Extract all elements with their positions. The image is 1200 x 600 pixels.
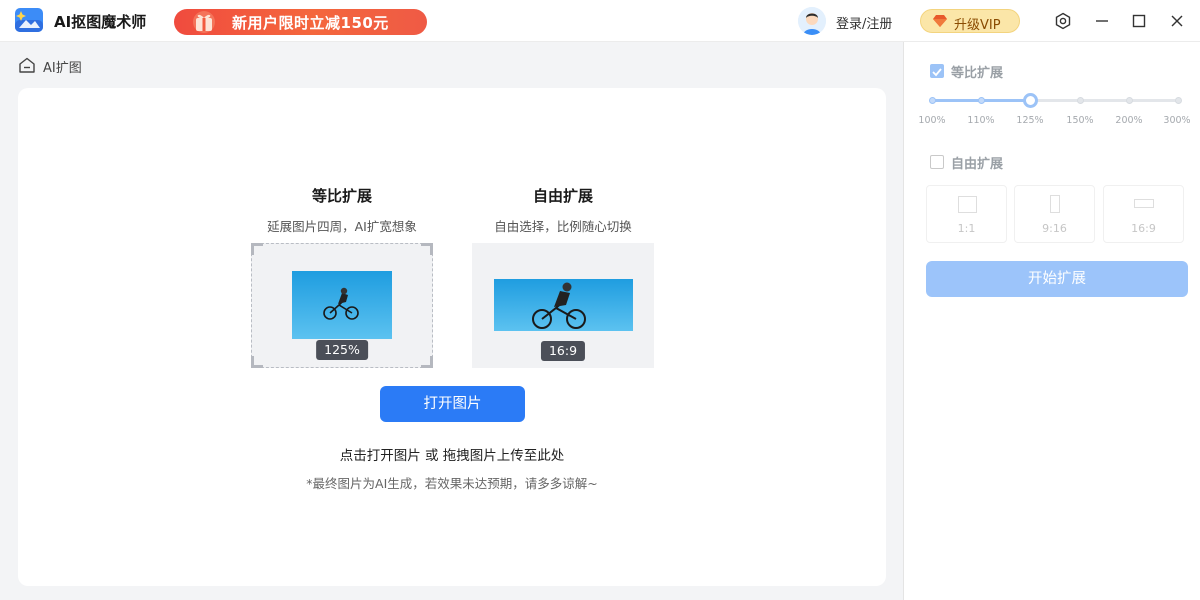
corner-mark xyxy=(421,243,433,255)
title-bar: AI抠图魔术师 新用户限时立减150元 登录/注册 升级VIP xyxy=(0,0,1200,42)
corner-mark xyxy=(421,356,433,368)
ratio-label: 16:9 xyxy=(1131,222,1156,235)
gift-icon xyxy=(193,11,215,33)
checkmark-icon xyxy=(932,68,942,77)
preview-proportional: 125% xyxy=(251,243,433,368)
slider-tick: 110% xyxy=(967,115,995,126)
app-logo-icon xyxy=(15,8,43,32)
slider-stop[interactable] xyxy=(1175,97,1182,104)
user-avatar-icon xyxy=(798,7,826,35)
settings-panel: 等比扩展 100% 110% 125% 150% 200% 300% 自由扩展 … xyxy=(903,42,1200,600)
login-link[interactable]: 登录/注册 xyxy=(836,13,892,32)
breadcrumb-label: AI扩图 xyxy=(43,61,82,76)
settings-button[interactable] xyxy=(1052,10,1074,32)
vip-label: 升级VIP xyxy=(954,18,1001,33)
slider-tick: 300% xyxy=(1163,115,1191,126)
slider-tick: 150% xyxy=(1066,115,1094,126)
start-expand-button[interactable]: 开始扩展 xyxy=(926,261,1188,297)
open-image-button[interactable]: 打开图片 xyxy=(380,386,525,422)
portrait-icon xyxy=(1050,195,1060,213)
ratio-label: 1:1 xyxy=(957,222,976,235)
ratio-option-9-16[interactable]: 9:16 xyxy=(1014,185,1095,243)
slider-stop[interactable] xyxy=(1126,97,1133,104)
upload-hint: 点击打开图片 或 拖拽图片上传至此处 xyxy=(339,448,565,464)
ratio-badge: 16:9 xyxy=(540,341,586,361)
scale-badge: 125% xyxy=(316,340,368,360)
corner-mark xyxy=(251,243,263,255)
app-title: AI抠图魔术师 xyxy=(54,13,147,31)
home-icon xyxy=(19,57,35,73)
scale-slider[interactable] xyxy=(929,93,1182,108)
preview-free: 16:9 xyxy=(472,243,654,368)
slider-stop[interactable] xyxy=(929,97,936,104)
proportional-checkbox[interactable] xyxy=(930,64,944,78)
close-button[interactable] xyxy=(1166,10,1188,32)
slider-tick: 100% xyxy=(918,115,946,126)
corner-mark xyxy=(251,356,263,368)
upload-area[interactable]: 等比扩展 延展图片四周，AI扩宽想象 自由扩展 自由选择，比例随心切换 125% xyxy=(18,88,886,586)
avatar[interactable] xyxy=(798,7,826,35)
upgrade-vip-button[interactable]: 升级VIP xyxy=(920,9,1020,33)
free-checkbox[interactable] xyxy=(930,155,944,169)
mode-description: 延展图片四周，AI扩宽想象 xyxy=(267,219,417,234)
slider-stop[interactable] xyxy=(978,97,985,104)
minimize-icon xyxy=(1096,20,1108,22)
minimize-button[interactable] xyxy=(1091,10,1113,32)
bike-photo-small xyxy=(292,271,392,339)
disclaimer-note: *最终图片为AI生成，若效果未达预期，请多多谅解~ xyxy=(306,476,598,491)
promo-banner[interactable]: 新用户限时立减150元 xyxy=(174,9,427,35)
settings-icon xyxy=(1055,12,1071,30)
slider-stop[interactable] xyxy=(1077,97,1084,104)
landscape-icon xyxy=(1134,199,1154,208)
diamond-icon xyxy=(933,15,947,27)
ratio-option-1-1[interactable]: 1:1 xyxy=(926,185,1007,243)
ratio-label: 9:16 xyxy=(1042,222,1067,235)
promo-text: 新用户限时立减150元 xyxy=(232,14,389,32)
slider-tick: 200% xyxy=(1115,115,1143,126)
mode-title: 等比扩展 xyxy=(311,187,372,205)
ratio-option-16-9[interactable]: 16:9 xyxy=(1103,185,1184,243)
bike-photo-wide xyxy=(494,279,633,331)
square-icon xyxy=(958,196,977,213)
slider-tick: 125% xyxy=(1016,115,1044,126)
mode-description: 自由选择，比例随心切换 xyxy=(494,219,632,234)
maximize-button[interactable] xyxy=(1128,10,1150,32)
proportional-label: 等比扩展 xyxy=(951,66,1004,81)
close-icon xyxy=(1171,15,1183,27)
mode-proportional: 等比扩展 延展图片四周，AI扩宽想象 xyxy=(250,185,434,235)
mode-free: 自由扩展 自由选择，比例随心切换 xyxy=(471,185,655,235)
slider-knob[interactable] xyxy=(1023,93,1038,108)
free-label: 自由扩展 xyxy=(951,157,1004,172)
mode-title: 自由扩展 xyxy=(532,187,593,205)
maximize-icon xyxy=(1132,14,1146,28)
